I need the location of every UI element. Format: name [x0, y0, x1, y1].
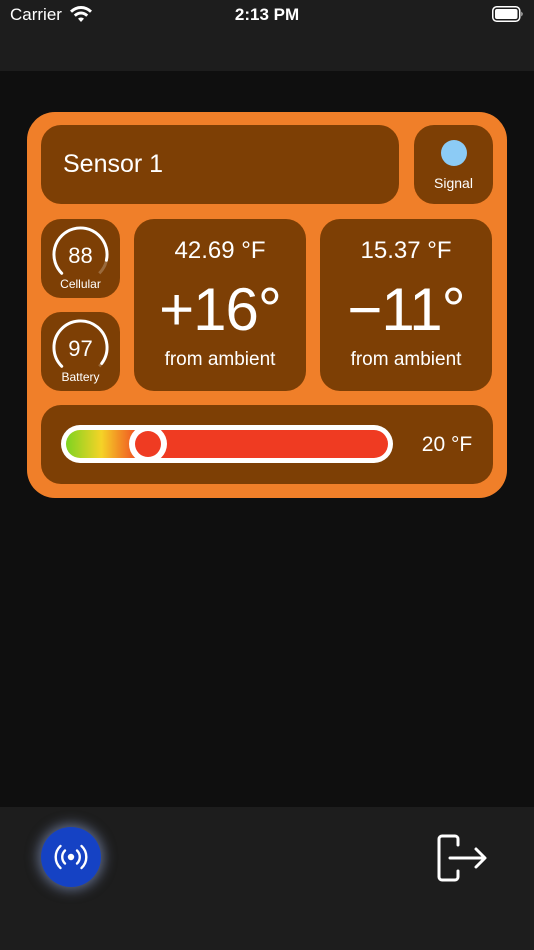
app-screen: Carrier 2:13 PM Sensor 1 Signal 88 Cellu… — [0, 0, 534, 950]
sensor-card[interactable]: Sensor 1 Signal 88 Cellular 97 Battery 4… — [27, 112, 507, 498]
temperature-tile-right[interactable]: 15.37 °F −11° from ambient — [320, 219, 492, 391]
sensor-name-tile[interactable]: Sensor 1 — [41, 125, 399, 204]
battery-full-icon — [492, 6, 523, 22]
threshold-value: 20 °F — [421, 433, 473, 456]
battery-label: Battery — [61, 370, 100, 384]
broadcast-icon — [54, 844, 88, 870]
temperature-reading-left: 42.69 °F — [174, 237, 266, 264]
battery-gauge-tile: 97 Battery — [41, 312, 120, 391]
bottom-toolbar — [0, 807, 534, 950]
signal-status-dot — [441, 140, 467, 166]
signal-tile[interactable]: Signal — [414, 125, 493, 204]
logout-icon[interactable] — [436, 833, 490, 883]
temperature-delta-right: −11° — [347, 276, 465, 343]
cellular-gauge-tile: 88 Cellular — [41, 219, 120, 298]
status-bar: Carrier 2:13 PM — [0, 0, 534, 71]
status-time: 2:13 PM — [234, 5, 300, 24]
threshold-slider-fill — [66, 430, 388, 458]
temperature-caption-left: from ambient — [164, 349, 276, 370]
cellular-label: Cellular — [60, 277, 101, 291]
battery-value: 97 — [68, 336, 93, 361]
broadcast-button[interactable] — [41, 827, 101, 887]
temperature-tile-left[interactable]: 42.69 °F +16° from ambient — [134, 219, 306, 391]
temperature-delta-left: +16° — [159, 276, 282, 343]
threshold-slider-track[interactable] — [61, 425, 393, 463]
sensor-name: Sensor 1 — [63, 150, 164, 178]
temperature-caption-right: from ambient — [350, 349, 462, 370]
cellular-value: 88 — [68, 243, 93, 268]
threshold-slider-thumb[interactable] — [128, 425, 167, 463]
temperature-reading-right: 15.37 °F — [360, 237, 452, 264]
threshold-slider-tile: 20 °F — [41, 405, 493, 484]
signal-label: Signal — [434, 175, 473, 191]
threshold-slider-thumb-center — [134, 431, 161, 457]
